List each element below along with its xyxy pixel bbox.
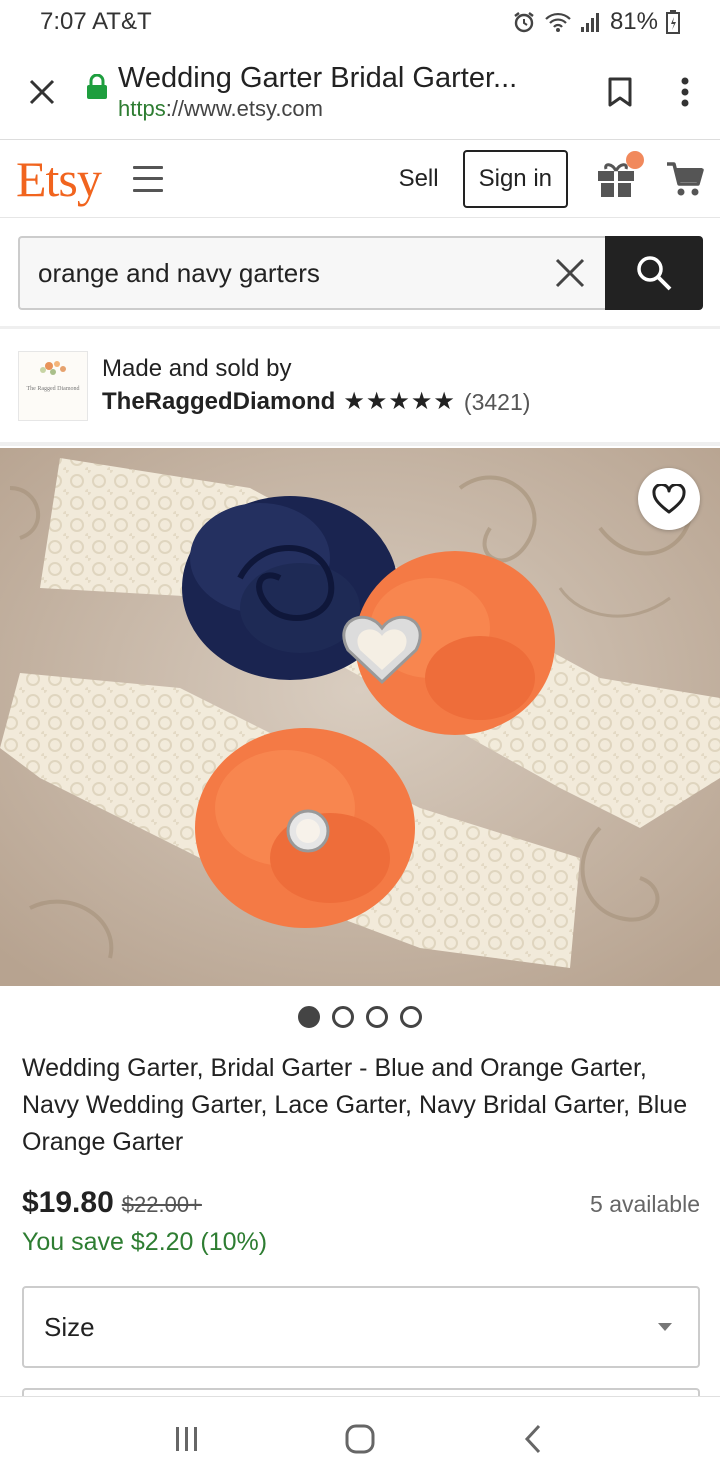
shop-name-line: TheRaggedDiamond ★★★★★ (3421) bbox=[102, 385, 530, 419]
shop-details: Made and sold by TheRaggedDiamond ★★★★★ … bbox=[102, 353, 530, 419]
price-row: $19.80 $22.00+ 5 available bbox=[22, 1186, 700, 1226]
url-domain: ://www.etsy.com bbox=[165, 95, 323, 121]
star-rating: ★★★★★ bbox=[343, 388, 456, 415]
divider bbox=[0, 326, 720, 329]
original-price: $22.00+ bbox=[121, 1192, 202, 1217]
gift-icon[interactable] bbox=[596, 150, 644, 199]
sell-link[interactable]: Sell bbox=[399, 165, 439, 193]
search-icon bbox=[637, 256, 672, 291]
bookmark-icon bbox=[608, 77, 632, 106]
url-text[interactable]: Wedding Garter Bridal Garter... https://… bbox=[118, 61, 590, 123]
wifi-icon bbox=[544, 11, 572, 33]
divider bbox=[0, 442, 720, 446]
search-box bbox=[18, 236, 605, 310]
search-bar bbox=[18, 236, 703, 310]
back-icon bbox=[525, 1424, 541, 1453]
status-carrier: AT&T bbox=[92, 8, 152, 35]
lock-icon bbox=[84, 73, 110, 100]
close-icon bbox=[555, 258, 585, 288]
savings-text: You save $2.20 (10%) bbox=[22, 1228, 268, 1256]
close-tab-button[interactable] bbox=[0, 44, 84, 140]
sale-price: $19.80 bbox=[22, 1186, 114, 1219]
battery-icon bbox=[666, 10, 680, 34]
shop-logo[interactable]: The Ragged Diamond bbox=[18, 351, 88, 421]
page-title: Wedding Garter Bridal Garter... bbox=[118, 61, 518, 94]
chevron-down-icon bbox=[658, 1323, 672, 1331]
back-button[interactable] bbox=[503, 1409, 563, 1469]
shop-logo-text: The Ragged Diamond bbox=[26, 386, 80, 392]
size-select[interactable]: Size bbox=[22, 1286, 700, 1368]
carousel-dot-3[interactable] bbox=[366, 1006, 388, 1028]
close-icon bbox=[29, 79, 55, 104]
stock-available: 5 available bbox=[590, 1191, 700, 1217]
home-icon bbox=[345, 1424, 375, 1453]
status-right: 81% bbox=[512, 8, 680, 36]
image-carousel-dots bbox=[0, 1006, 720, 1032]
site-header: Etsy Sell Sign in bbox=[0, 140, 720, 218]
browser-url-bar: Wedding Garter Bridal Garter... https://… bbox=[0, 44, 720, 140]
etsy-logo[interactable]: Etsy bbox=[16, 154, 102, 204]
carousel-dot-1[interactable] bbox=[298, 1006, 320, 1028]
hamburger-menu-icon[interactable] bbox=[132, 165, 163, 192]
android-nav-bar bbox=[0, 1396, 720, 1480]
clear-search-button[interactable] bbox=[535, 238, 605, 308]
browser-menu-button[interactable] bbox=[650, 44, 720, 140]
recent-apps-icon bbox=[175, 1426, 197, 1451]
shop-name-link[interactable]: TheRaggedDiamond bbox=[102, 385, 335, 419]
url-scheme: https bbox=[118, 95, 166, 121]
home-button[interactable] bbox=[330, 1409, 390, 1469]
alarm-icon bbox=[512, 10, 536, 34]
product-image[interactable] bbox=[0, 448, 720, 986]
status-bar: 7:07 AT&T 81% bbox=[0, 0, 720, 44]
carousel-dot-4[interactable] bbox=[400, 1006, 422, 1028]
status-left: 7:07 AT&T bbox=[40, 8, 152, 36]
recent-apps-button[interactable] bbox=[157, 1409, 217, 1469]
battery-percent: 81% bbox=[609, 8, 658, 35]
carousel-dot-2[interactable] bbox=[332, 1006, 354, 1028]
made-by-label: Made and sold by bbox=[102, 355, 292, 382]
favorite-button[interactable] bbox=[638, 468, 700, 530]
url-address: https://www.etsy.com bbox=[118, 95, 590, 123]
review-count[interactable]: (3421) bbox=[464, 385, 530, 419]
cart-icon[interactable] bbox=[666, 160, 704, 198]
sign-in-button[interactable]: Sign in bbox=[462, 149, 568, 208]
more-vert-icon bbox=[681, 77, 689, 106]
search-input[interactable] bbox=[38, 257, 535, 289]
size-select-label: Size bbox=[44, 1311, 95, 1342]
signal-icon bbox=[580, 11, 602, 33]
notification-dot bbox=[626, 150, 644, 169]
product-title: Wedding Garter, Bridal Garter - Blue and… bbox=[22, 1054, 688, 1156]
search-button[interactable] bbox=[605, 236, 703, 310]
heart-icon bbox=[652, 484, 686, 514]
shop-info: The Ragged Diamond Made and sold by TheR… bbox=[18, 348, 708, 424]
status-time: 7:07 bbox=[40, 8, 87, 35]
bookmark-button[interactable] bbox=[590, 44, 650, 140]
